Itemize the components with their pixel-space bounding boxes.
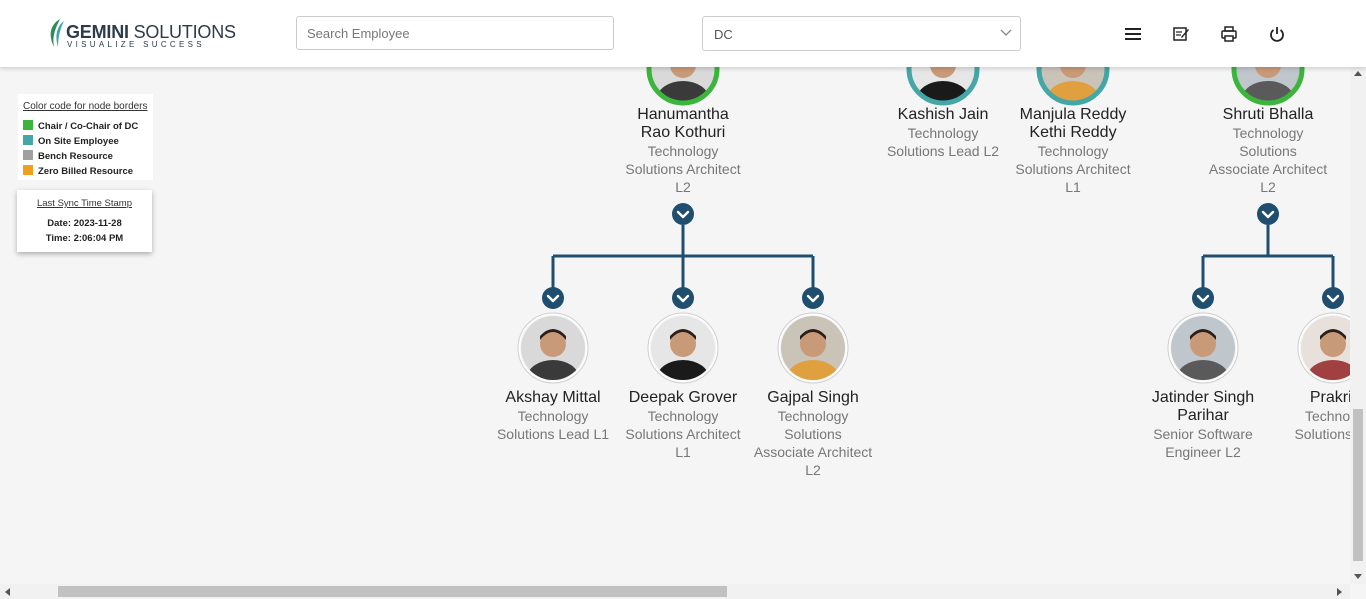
employee-designation: Technology Solutions Lead L2 — [886, 125, 1000, 159]
employee-name: Akshay Mittal — [505, 389, 601, 406]
legend-swatch — [23, 135, 33, 145]
employee-designation: Technology Solutions Associate Architect L2 — [1208, 125, 1328, 195]
last-sync-card: Last Sync Time Stamp Date: 2023-11-28 Ti… — [17, 190, 152, 252]
legend-swatch — [23, 150, 33, 160]
leaf-logo-icon — [50, 19, 64, 47]
app-header: GEMINI SOLUTIONS VISUALIZE SUCCESS DC — [0, 0, 1366, 67]
employee-name: Kashish Jain — [897, 106, 989, 123]
print-icon[interactable] — [1220, 25, 1238, 43]
employee-designation: Technology Solutions Architect L1 — [625, 408, 741, 460]
avatar[interactable] — [1297, 312, 1350, 396]
legend-swatch — [23, 120, 33, 130]
menu-icon[interactable] — [1124, 25, 1142, 43]
sync-date: Date: 2023-11-28 — [47, 218, 122, 229]
expand-toggle-chevron-icon[interactable] — [542, 287, 564, 309]
sync-title: Last Sync Time Stamp — [36, 198, 133, 209]
employee-name: Gajpal Singh — [767, 389, 859, 406]
border-color-legend: Color code for node borders Chair / Co-C… — [18, 94, 153, 180]
expand-toggle-chevron-icon[interactable] — [802, 287, 824, 309]
avatar[interactable] — [777, 312, 849, 396]
employee-designation: TechnoloSolutions Le — [1294, 408, 1350, 442]
horizontal-scroll-thumb[interactable] — [58, 586, 727, 597]
employee-designation: Technology Solutions Architect L1 — [1015, 143, 1131, 195]
scroll-up-arrow-icon[interactable] — [1354, 71, 1362, 76]
expand-toggle-chevron-icon[interactable] — [1192, 287, 1214, 309]
search-employee-input[interactable] — [296, 16, 614, 50]
avatar[interactable] — [647, 312, 719, 396]
legend-swatch — [23, 165, 33, 175]
dc-select[interactable]: DC — [702, 16, 1021, 51]
horizontal-scrollbar[interactable] — [0, 584, 1350, 599]
employee-designation: Technology Solutions Architect L2 — [625, 143, 741, 195]
employee-designation: Technology Solutions Lead L1 — [496, 408, 610, 442]
expand-toggle-chevron-icon[interactable] — [1322, 287, 1344, 309]
org-chart[interactable]: Hanumantha Rao Kothuri Technology Solutions… — [0, 67, 1350, 584]
sync-time: Time: 2:06:04 PM — [45, 233, 124, 244]
vertical-scroll-thumb[interactable] — [1353, 409, 1363, 561]
employee-name: Jatinder Singh Parihar — [1151, 389, 1255, 424]
expand-toggle-chevron-icon[interactable] — [672, 287, 694, 309]
legend-title: Color code for node borders — [23, 101, 148, 112]
legend-item-chair: Chair / Co-Chair of DC — [23, 120, 138, 132]
scroll-right-arrow-icon[interactable] — [1337, 588, 1342, 596]
avatar[interactable] — [517, 312, 589, 396]
chevron-down-icon — [1000, 29, 1012, 36]
edit-note-icon[interactable] — [1172, 25, 1190, 43]
employee-designation: Senior Software Engineer L2 — [1153, 426, 1253, 460]
employee-name: Deepak Grover — [628, 389, 738, 406]
legend-item-bench: Bench Resource — [23, 150, 113, 162]
expand-toggle-chevron-icon[interactable] — [672, 203, 694, 225]
legend-item-zero-billed: Zero Billed Resource — [23, 165, 133, 177]
legend-item-onsite: On Site Employee — [23, 135, 119, 147]
employee-name: Hanumantha Rao Kothuri — [637, 106, 729, 141]
scroll-left-arrow-icon[interactable] — [5, 588, 10, 596]
company-logo[interactable]: GEMINI SOLUTIONS VISUALIZE SUCCESS — [46, 17, 236, 51]
expand-toggle-chevron-icon[interactable] — [1257, 203, 1279, 225]
logo-tagline: VISUALIZE SUCCESS — [67, 40, 205, 49]
avatar[interactable] — [1167, 312, 1239, 396]
employee-name: Shruti Bhalla — [1222, 106, 1314, 123]
employee-designation: Technology Solutions Associate Architect L2 — [753, 408, 873, 478]
employee-name: Manjula Reddy Kethi Reddy — [1019, 106, 1127, 141]
employee-name: Prakrit — [1309, 389, 1350, 406]
vertical-scrollbar[interactable] — [1350, 67, 1366, 584]
dc-select-value: DC — [714, 27, 733, 42]
scroll-down-arrow-icon[interactable] — [1354, 574, 1362, 579]
power-icon[interactable] — [1268, 25, 1286, 43]
